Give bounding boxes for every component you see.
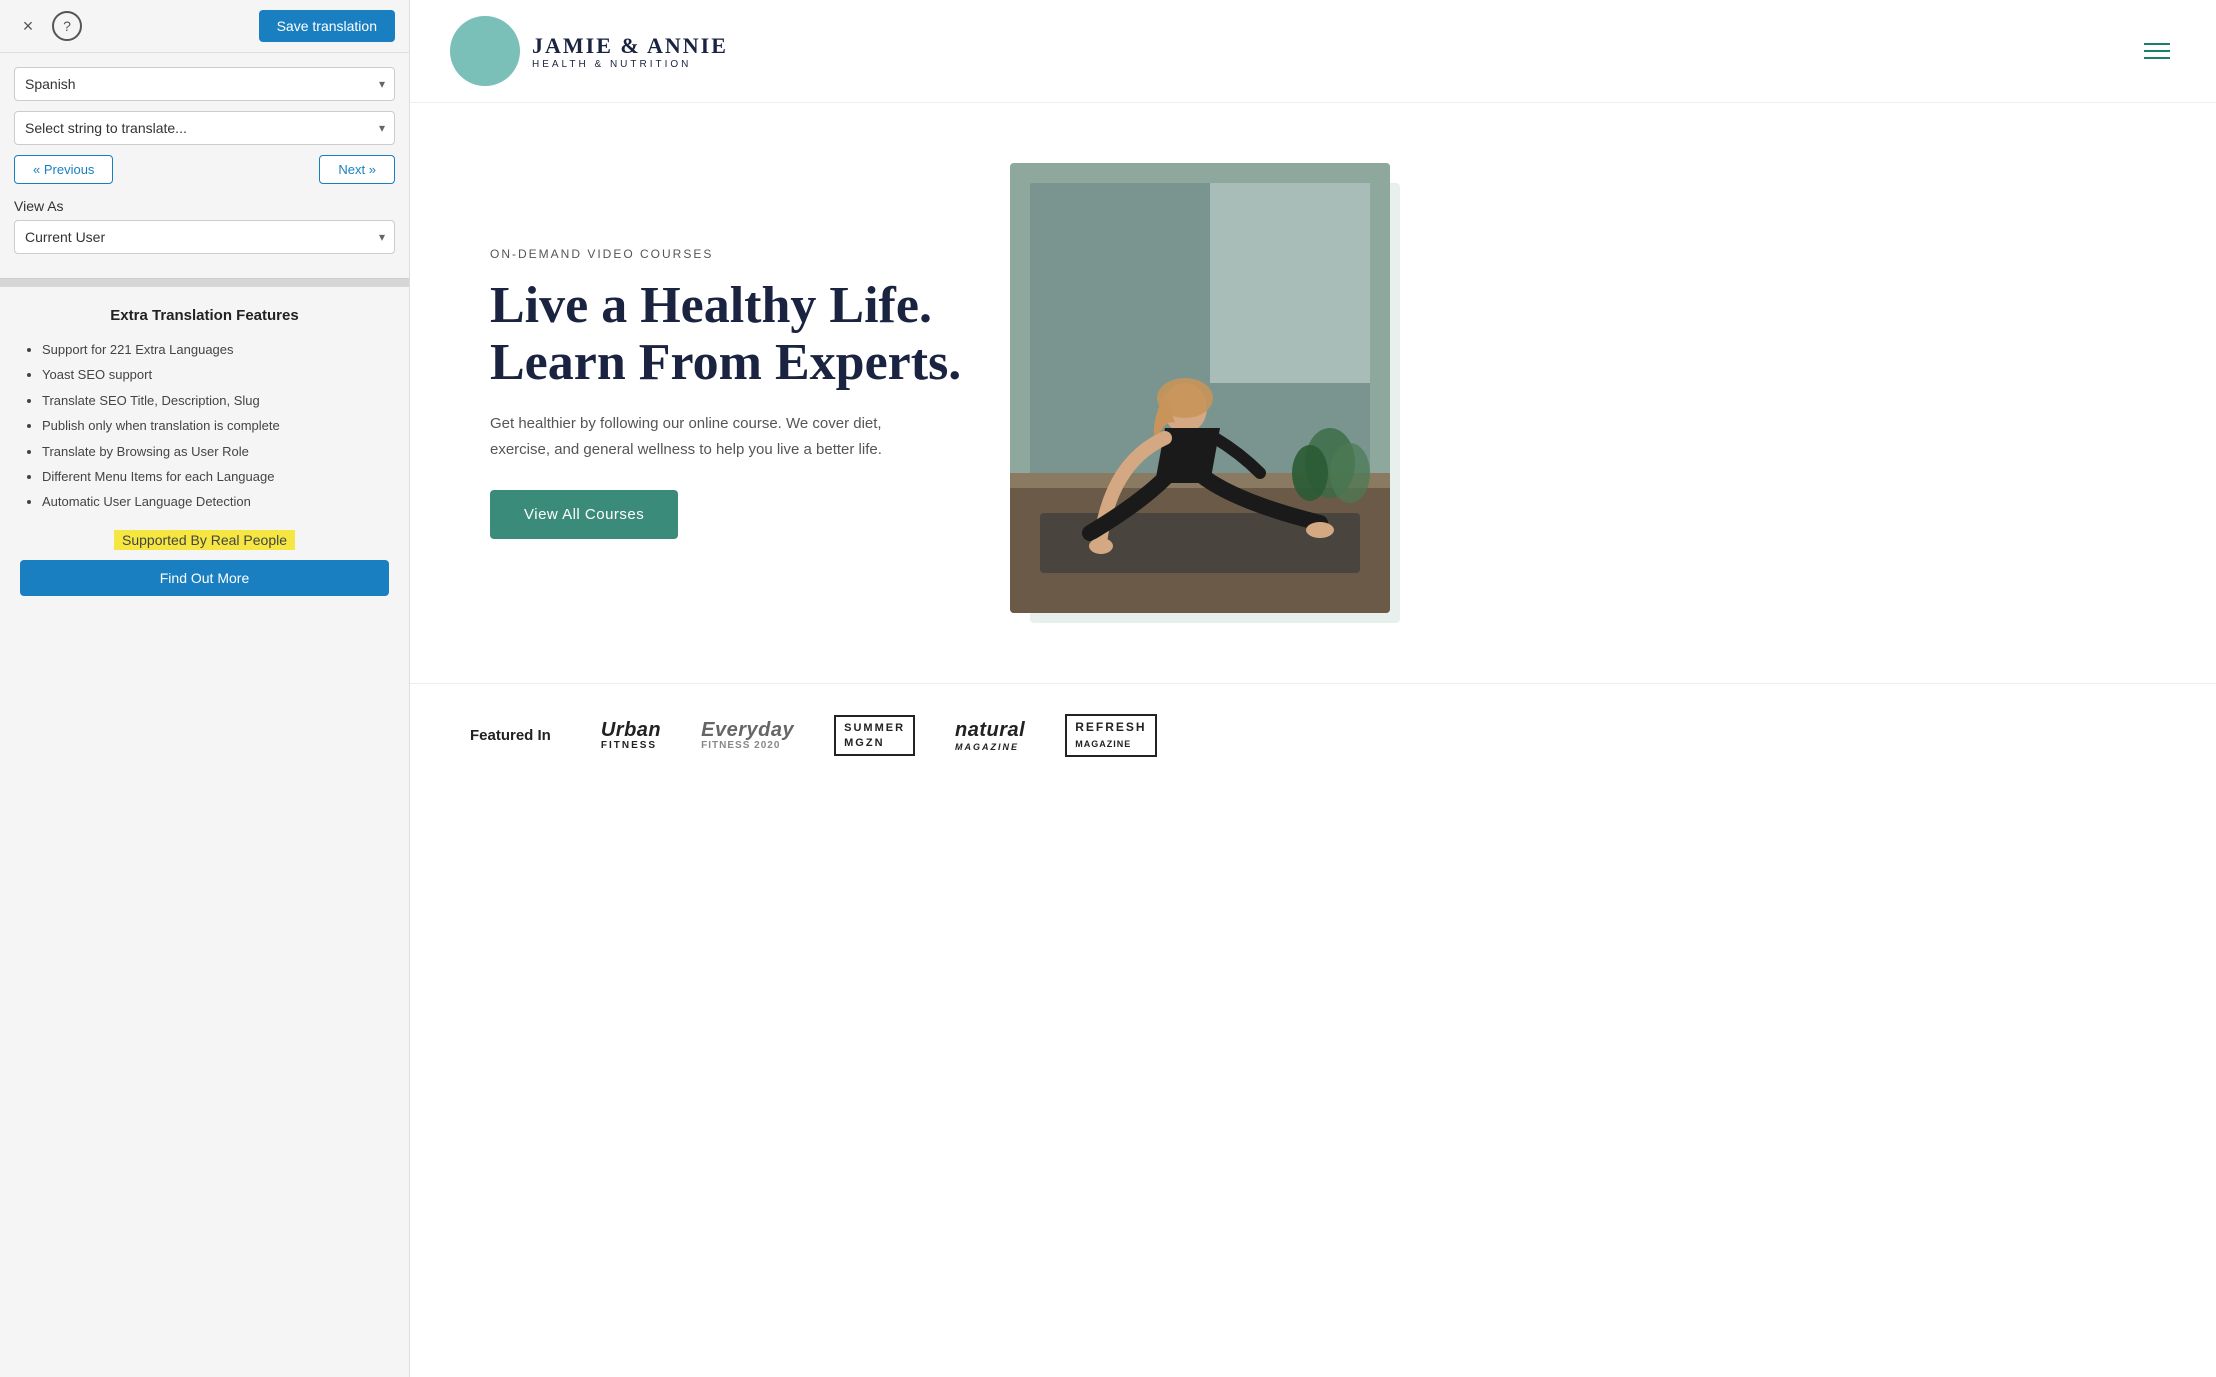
featured-section: Featured In Urban FITNESS Everyday FITNE… — [410, 683, 2216, 787]
site-header: JAMIE & ANNIE HEALTH & NUTRITION — [410, 0, 2216, 103]
hero-description: Get healthier by following our online co… — [490, 411, 910, 462]
feature-item: Translate SEO Title, Description, Slug — [42, 389, 389, 412]
feature-item: Publish only when translation is complet… — [42, 414, 389, 437]
nav-buttons: « Previous Next » — [14, 155, 395, 184]
view-as-select[interactable]: Current User Guest Admin — [14, 220, 395, 254]
logo-circle — [450, 16, 520, 86]
divider — [0, 279, 409, 287]
refresh-magazine-logo: REFRESHMAGAZINE — [1065, 714, 1156, 757]
language-select[interactable]: Spanish French German — [14, 67, 395, 101]
urban-fitness-logo: Urban FITNESS — [601, 720, 661, 751]
extra-features-title: Extra Translation Features — [20, 307, 389, 324]
feature-item: Translate by Browsing as User Role — [42, 440, 389, 463]
logo-main-text: JAMIE & ANNIE — [532, 33, 728, 59]
close-button[interactable]: × — [14, 12, 42, 40]
hamburger-line — [2144, 43, 2170, 45]
view-as-label: View As — [14, 198, 395, 214]
supported-text: Supported By Real People — [114, 530, 295, 550]
previous-button[interactable]: « Previous — [14, 155, 113, 184]
main-content: JAMIE & ANNIE HEALTH & NUTRITION ON-DEMA… — [410, 0, 2216, 1377]
hamburger-line — [2144, 57, 2170, 59]
logo-brand: JAMIE & ANNIE HEALTH & NUTRITION — [532, 33, 728, 70]
view-as-select-wrapper: Current User Guest Admin — [14, 220, 395, 254]
hero-image — [1010, 163, 1390, 613]
extra-features-section: Extra Translation Features Support for 2… — [0, 287, 409, 1377]
translation-panel: × ? Save translation Spanish French Germ… — [0, 0, 410, 1377]
hamburger-menu-button[interactable] — [2138, 37, 2176, 65]
natural-magazine-logo: natural MAGAZINE — [955, 719, 1025, 752]
hero-image-wrap — [1010, 163, 1410, 623]
language-controls: Spanish French German Select string to t… — [0, 53, 409, 198]
featured-label: Featured In — [470, 727, 551, 744]
feature-item: Yoast SEO support — [42, 363, 389, 386]
features-list: Support for 221 Extra Languages Yoast SE… — [20, 338, 389, 514]
hamburger-line — [2144, 50, 2170, 52]
hero-text: ON-DEMAND VIDEO COURSES Live a Healthy L… — [490, 247, 970, 539]
yoga-image-svg — [1010, 163, 1390, 613]
feature-item: Automatic User Language Detection — [42, 490, 389, 513]
string-select-wrapper: Select string to translate... — [14, 111, 395, 145]
save-translation-button[interactable]: Save translation — [259, 10, 395, 42]
summer-magazine-logo: SUMMERMGZN — [834, 715, 915, 756]
next-button[interactable]: Next » — [319, 155, 395, 184]
hero-section: ON-DEMAND VIDEO COURSES Live a Healthy L… — [410, 103, 2216, 683]
logo-circle-icon — [460, 26, 510, 76]
language-select-wrapper: Spanish French German — [14, 67, 395, 101]
feature-item: Different Menu Items for each Language — [42, 465, 389, 488]
string-select[interactable]: Select string to translate... — [14, 111, 395, 145]
help-button[interactable]: ? — [52, 11, 82, 41]
logo-sub-text: HEALTH & NUTRITION — [532, 59, 728, 70]
logo-area: JAMIE & ANNIE HEALTH & NUTRITION — [450, 16, 728, 86]
featured-logos: Urban FITNESS Everyday FITNESS 2020 SUMM… — [601, 714, 1157, 757]
supported-badge: Supported By Real People — [20, 532, 389, 550]
feature-item: Support for 221 Extra Languages — [42, 338, 389, 361]
view-as-section: View As Current User Guest Admin — [0, 198, 409, 279]
top-bar: × ? Save translation — [0, 0, 409, 53]
hero-title: Live a Healthy Life. Learn From Experts. — [490, 277, 970, 391]
find-out-button[interactable]: Find Out More — [20, 560, 389, 596]
view-all-courses-button[interactable]: View All Courses — [490, 490, 678, 539]
hero-eyebrow: ON-DEMAND VIDEO COURSES — [490, 247, 970, 261]
everyday-fitness-logo: Everyday FITNESS 2020 — [701, 720, 794, 751]
